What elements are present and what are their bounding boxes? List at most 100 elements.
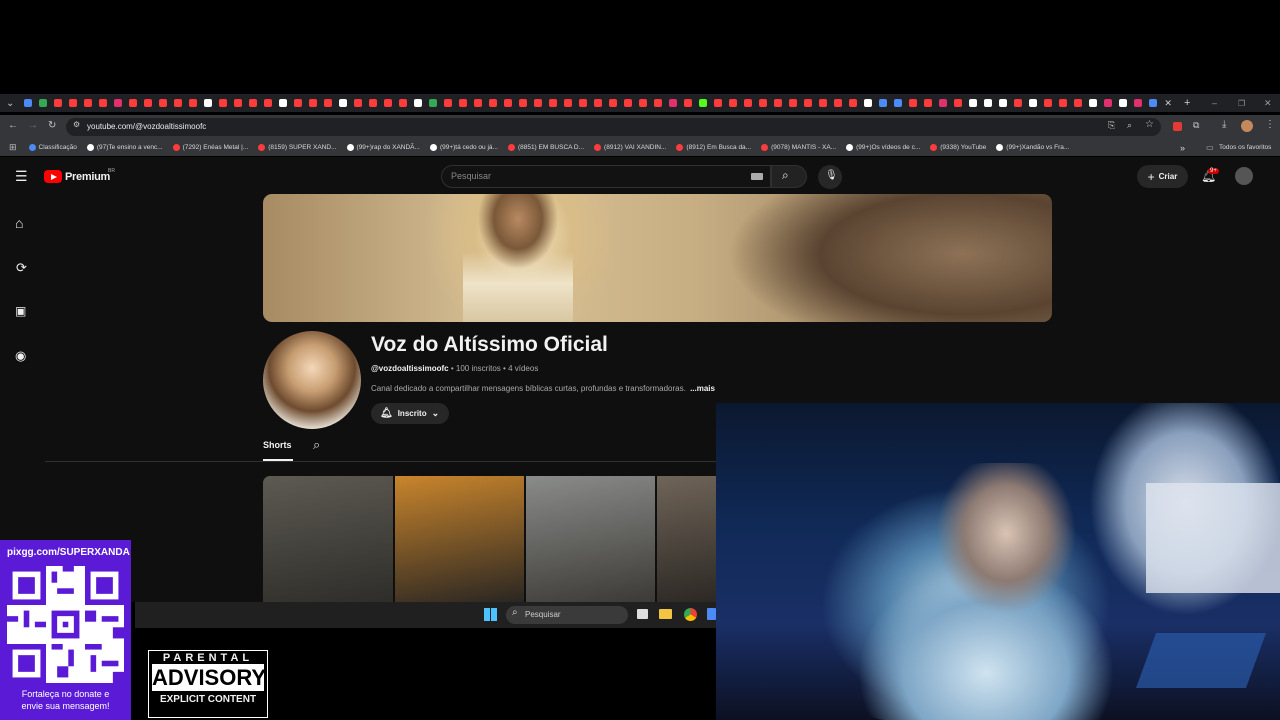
bookmark-item[interactable]: (9078) MANTIS - XA... (761, 144, 836, 151)
file-explorer-icon[interactable] (659, 609, 672, 619)
zoom-icon[interactable]: ⌕ (1127, 120, 1132, 131)
tab-favicon-icon[interactable] (578, 99, 587, 107)
reload-icon[interactable]: ↻ (48, 120, 56, 131)
maximize-icon[interactable]: ❐ (1238, 99, 1245, 108)
tab-favicon-icon[interactable] (428, 99, 437, 107)
tab-favicon-icon[interactable] (593, 99, 602, 107)
shorts-icon[interactable]: ⟳ (16, 260, 27, 276)
bookmark-item[interactable]: (7292) Enéas Metal |... (172, 144, 248, 151)
bookmark-item[interactable]: (8912) Em Busca da... (676, 144, 751, 151)
youtube-logo[interactable]: Premium (44, 170, 110, 183)
tab-favicon-icon[interactable] (548, 99, 557, 107)
tab-favicon-icon[interactable] (68, 99, 77, 107)
tab-favicon-icon[interactable] (803, 99, 812, 107)
omnibox[interactable] (66, 118, 1161, 136)
tab-favicon-icon[interactable] (1058, 99, 1067, 107)
tab-favicon-icon[interactable] (248, 99, 257, 107)
tab-favicon-icon[interactable] (308, 99, 317, 107)
bookmark-item[interactable]: Classificação (28, 144, 77, 151)
tab-search-icon[interactable]: ⌄ (6, 98, 14, 109)
tab-favicon-icon[interactable] (173, 99, 182, 107)
tab-favicon-icon[interactable] (668, 99, 677, 107)
subscribed-button[interactable]: 🔔︎ Inscrito ⌄ (371, 403, 449, 424)
tab-favicon-icon[interactable] (1043, 99, 1052, 107)
home-icon[interactable]: ⌂ (15, 215, 23, 231)
tab-favicon-icon[interactable] (638, 99, 647, 107)
close-tab-icon[interactable]: ✕ (1164, 98, 1172, 109)
more-link[interactable]: ...mais (690, 384, 715, 393)
site-info-icon[interactable]: ⚙ (73, 120, 80, 129)
forward-icon[interactable]: → (28, 120, 38, 131)
tab-favicon-icon[interactable] (788, 99, 797, 107)
tab-favicon-icon[interactable] (413, 99, 422, 107)
bookmark-item[interactable]: (99+)tá cedo ou já... (429, 144, 498, 151)
tab-favicon-icon[interactable] (383, 99, 392, 107)
tab-favicon-icon[interactable] (158, 99, 167, 107)
tab-favicon-icon[interactable] (968, 99, 977, 107)
all-bookmarks-link[interactable]: Todos os favoritos (1219, 144, 1271, 151)
account-avatar[interactable] (1235, 167, 1253, 185)
browser-menu-icon[interactable]: ⋮ (1265, 119, 1275, 130)
tab-favicon-icon[interactable] (398, 99, 407, 107)
tab-favicon-icon[interactable] (458, 99, 467, 107)
tab-favicon-icon[interactable] (443, 99, 452, 107)
tab-favicon-icon[interactable] (563, 99, 572, 107)
tab-favicon-icon[interactable] (773, 99, 782, 107)
profile-avatar[interactable] (1241, 120, 1253, 132)
tab-favicon-icon[interactable] (278, 99, 287, 107)
bookmarks-overflow-icon[interactable]: » (1180, 143, 1185, 153)
tab-favicon-icon[interactable] (533, 99, 542, 107)
tab-favicon-icon[interactable] (113, 99, 122, 107)
tab-favicon-icon[interactable] (623, 99, 632, 107)
task-view-icon[interactable] (637, 609, 648, 619)
tab-favicon-icon[interactable] (998, 99, 1007, 107)
bookmark-item[interactable]: (8912) VAI XANDIN... (594, 144, 666, 151)
tab-favicon-icon[interactable] (368, 99, 377, 107)
tab-favicon-icon[interactable] (1118, 99, 1127, 107)
tab-favicon-icon[interactable] (353, 99, 362, 107)
tab-favicon-icon[interactable] (953, 99, 962, 107)
tab-favicon-icon[interactable] (608, 99, 617, 107)
bookmark-item[interactable]: (8851) EM BUSCA D... (507, 144, 584, 151)
tab-favicon-icon[interactable] (698, 99, 707, 107)
short-thumbnail[interactable] (263, 476, 393, 602)
tab-favicon-icon[interactable] (1028, 99, 1037, 107)
tab-favicon-icon[interactable] (1148, 99, 1157, 107)
tab-favicon-icon[interactable] (83, 99, 92, 107)
tab-favicon-icon[interactable] (818, 99, 827, 107)
short-thumbnail[interactable] (657, 476, 716, 602)
tab-favicon-icon[interactable] (1013, 99, 1022, 107)
bookmark-item[interactable]: (99+)Xandão vs Fra... (996, 144, 1069, 151)
tab-favicon-icon[interactable] (23, 99, 32, 107)
channel-search-icon[interactable]: ⌕ (313, 437, 320, 453)
subscriptions-icon[interactable]: ▣ (15, 304, 26, 318)
tab-favicon-icon[interactable] (713, 99, 722, 107)
tab-favicon-icon[interactable] (143, 99, 152, 107)
tab-favicon-icon[interactable] (293, 99, 302, 107)
tab-favicon-icon[interactable] (923, 99, 932, 107)
tab-favicon-icon[interactable] (878, 99, 887, 107)
new-tab-icon[interactable]: + (1184, 97, 1190, 109)
tab-favicon-icon[interactable] (1103, 99, 1112, 107)
extension-icon[interactable] (1173, 122, 1182, 131)
tab-favicon-icon[interactable] (683, 99, 692, 107)
tab-favicon-icon[interactable] (833, 99, 842, 107)
channel-avatar[interactable] (263, 331, 361, 429)
you-icon[interactable]: ◉ (15, 348, 26, 364)
tab-favicon-icon[interactable] (488, 99, 497, 107)
tab-favicon-icon[interactable] (503, 99, 512, 107)
tab-favicon-icon[interactable] (188, 99, 197, 107)
tab-favicon-icon[interactable] (728, 99, 737, 107)
tab-favicon-icon[interactable] (518, 99, 527, 107)
bookmark-item[interactable]: (99+)rap do XANDÃ... (346, 144, 420, 151)
short-thumbnail[interactable] (526, 476, 655, 602)
tab-favicon-icon[interactable] (128, 99, 137, 107)
create-button[interactable]: + Criar (1137, 165, 1188, 188)
tab-favicon-icon[interactable] (53, 99, 62, 107)
tab-favicon-icon[interactable] (338, 99, 347, 107)
tab-favicon-icon[interactable] (938, 99, 947, 107)
app-icon[interactable] (707, 608, 716, 620)
tab-favicon-icon[interactable] (758, 99, 767, 107)
tab-favicon-icon[interactable] (983, 99, 992, 107)
tab-favicon-icon[interactable] (848, 99, 857, 107)
